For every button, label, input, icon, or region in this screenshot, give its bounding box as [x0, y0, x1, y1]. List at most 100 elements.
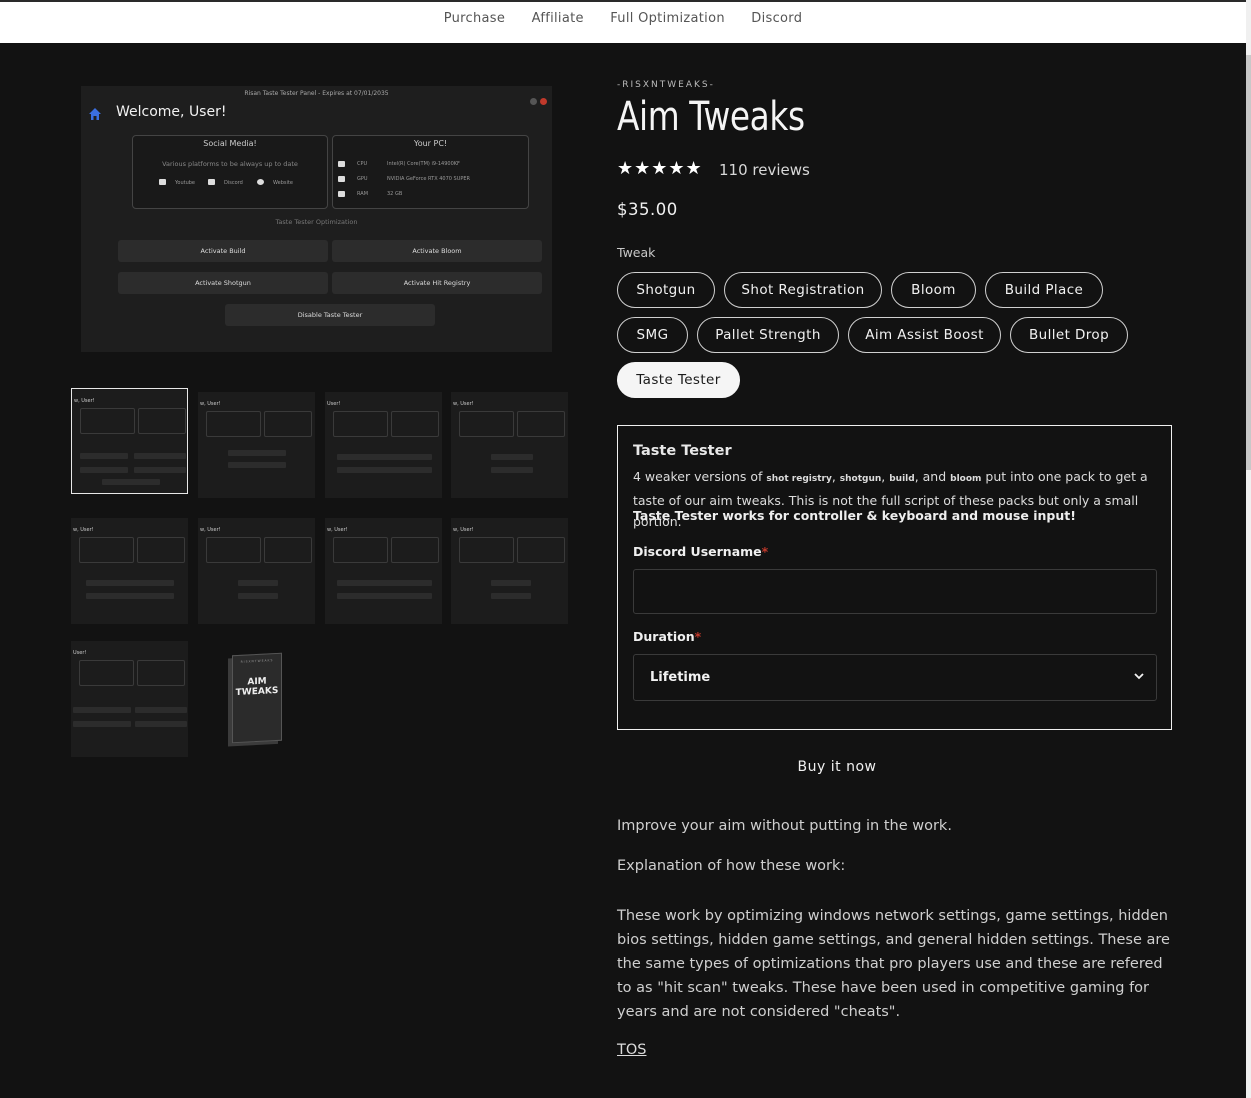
discord-username-input[interactable] — [633, 569, 1157, 614]
thumb-box — [137, 660, 185, 686]
duration-select[interactable]: Lifetime — [633, 654, 1157, 701]
main-product-image[interactable]: Risan Taste Tester Panel - Expires at 07… — [81, 86, 552, 352]
youtube-link: Youtube — [175, 180, 195, 186]
thumb-bar — [72, 389, 187, 394]
ram-value: 32 GB — [387, 191, 403, 197]
duration-value: Lifetime — [650, 670, 711, 685]
thumbnail-8[interactable]: w, User! — [451, 518, 568, 624]
taste-tester-form: Taste Tester 4 weaker versions of shot r… — [617, 425, 1172, 730]
thumb-label: User! — [73, 650, 87, 656]
thumb-box — [391, 537, 439, 563]
thumb-label: w, User! — [327, 527, 348, 533]
thumb-row — [228, 462, 286, 468]
cpu-key: CPU — [357, 161, 368, 167]
variant-shotgun[interactable]: Shotgun — [617, 272, 715, 308]
variant-aim-assist-boost[interactable]: Aim Assist Boost — [848, 317, 1001, 353]
top-nav: Purchase Affiliate Full Optimization Dis… — [0, 0, 1246, 43]
thumbnail-2[interactable]: w, User! — [198, 392, 315, 498]
thumb-box — [79, 537, 134, 563]
thumbnail-3[interactable]: User! — [325, 392, 442, 498]
social-subtitle: Various platforms to be always up to dat… — [162, 160, 298, 168]
scrollbar-thumb[interactable] — [1246, 55, 1251, 470]
variant-smg[interactable]: SMG — [617, 317, 688, 353]
thumbnail-7[interactable]: w, User! — [325, 518, 442, 624]
variant-build-place[interactable]: Build Place — [985, 272, 1103, 308]
thumb-box — [391, 411, 439, 437]
section-caption: Taste Tester Optimization — [275, 218, 358, 226]
ram-key: RAM — [357, 191, 369, 197]
variant-taste-tester[interactable]: Taste Tester — [617, 362, 740, 398]
activate-hit-registry-button: Activate Hit Registry — [332, 272, 542, 294]
pc-title: Your PC! — [413, 139, 448, 148]
thumb-row — [73, 707, 131, 713]
chevron-down-icon — [1134, 673, 1144, 680]
desc-part: 4 weaker versions of — [633, 469, 767, 484]
thumb-row — [228, 450, 286, 456]
minimize-icon — [530, 98, 537, 105]
thumb-box — [264, 537, 312, 563]
nav-affiliate[interactable]: Affiliate — [532, 11, 584, 26]
variant-bloom[interactable]: Bloom — [891, 272, 976, 308]
thumb-row — [491, 454, 533, 460]
thumb-row — [134, 467, 186, 473]
page-scrollbar[interactable] — [1246, 0, 1251, 1098]
required-mark: * — [761, 544, 769, 559]
activate-bloom-button: Activate Bloom — [332, 240, 542, 262]
thumbnail-5[interactable]: w, User! — [71, 518, 188, 624]
product-vendor: -RISXNTWEAKS- — [617, 80, 715, 90]
nav-discord[interactable]: Discord — [751, 11, 802, 26]
ram-icon — [338, 191, 345, 197]
home-icon — [89, 108, 101, 120]
description-intro: Improve your aim without putting in the … — [617, 818, 952, 834]
thumbnail-4[interactable]: w, User! — [451, 392, 568, 498]
thumb-row — [491, 593, 531, 599]
thumbnail-1[interactable]: w, User! — [71, 388, 188, 494]
thumb-row — [238, 580, 278, 586]
thumb-box — [79, 660, 134, 686]
discord-label-text: Discord Username — [633, 544, 762, 559]
thumbnail-9[interactable]: User! — [71, 641, 188, 757]
tweak-label: Tweak — [617, 245, 656, 260]
variant-shot-registration[interactable]: Shot Registration — [724, 272, 882, 308]
thumbnail-6[interactable]: w, User! — [198, 518, 315, 624]
desc-bloom: bloom — [950, 474, 982, 484]
your-pc-box: Your PC! CPU Intel(R) Core(TM) i9-14900K… — [332, 135, 529, 209]
activate-shotgun-button: Activate Shotgun — [118, 272, 328, 294]
thumb-row — [86, 580, 174, 586]
panel-titlebar: Risan Taste Tester Panel - Expires at 07… — [244, 90, 389, 97]
thumb-label: w, User! — [74, 398, 95, 404]
duration-label-text: Duration — [633, 629, 695, 644]
description-body: These work by optimizing windows network… — [617, 908, 1170, 1020]
thumb-row — [491, 580, 531, 586]
variant-bullet-drop[interactable]: Bullet Drop — [1010, 317, 1128, 353]
thumb-row — [337, 467, 432, 473]
thumb-box — [517, 411, 565, 437]
nav-full-optimization[interactable]: Full Optimization — [610, 11, 725, 26]
tos-link[interactable]: TOS — [617, 1042, 646, 1058]
nav-purchase[interactable]: Purchase — [444, 11, 505, 26]
nav-links: Purchase Affiliate Full Optimization Dis… — [0, 11, 1246, 26]
product-price: $35.00 — [617, 200, 678, 219]
desc-shotgun: shotgun — [839, 474, 882, 484]
variant-pallet-strength[interactable]: Pallet Strength — [697, 317, 839, 353]
thumb-box — [138, 408, 186, 434]
discord-link: Discord — [224, 180, 243, 186]
desc-build: build — [889, 474, 915, 484]
thumb-row — [337, 454, 432, 460]
thumbnail-product-box[interactable]: RISXNTWEAKS AIM TWEAKS — [232, 652, 282, 744]
thumb-box — [333, 537, 388, 563]
discord-icon — [208, 179, 215, 185]
thumb-box — [333, 411, 388, 437]
globe-icon — [257, 179, 264, 185]
buy-it-now-button[interactable]: Buy it now — [617, 759, 1057, 775]
desc-shot-registry: shot registry — [766, 474, 832, 484]
thumb-row — [491, 467, 533, 473]
required-mark: * — [694, 629, 702, 644]
duration-label: Duration* — [633, 629, 701, 644]
thumb-row — [80, 467, 128, 473]
reviews-count[interactable]: 110 reviews — [719, 161, 810, 179]
window-controls — [527, 90, 547, 109]
social-title: Social Media! — [203, 139, 257, 148]
gpu-key: GPU — [357, 176, 368, 182]
thumb-row — [86, 593, 174, 599]
